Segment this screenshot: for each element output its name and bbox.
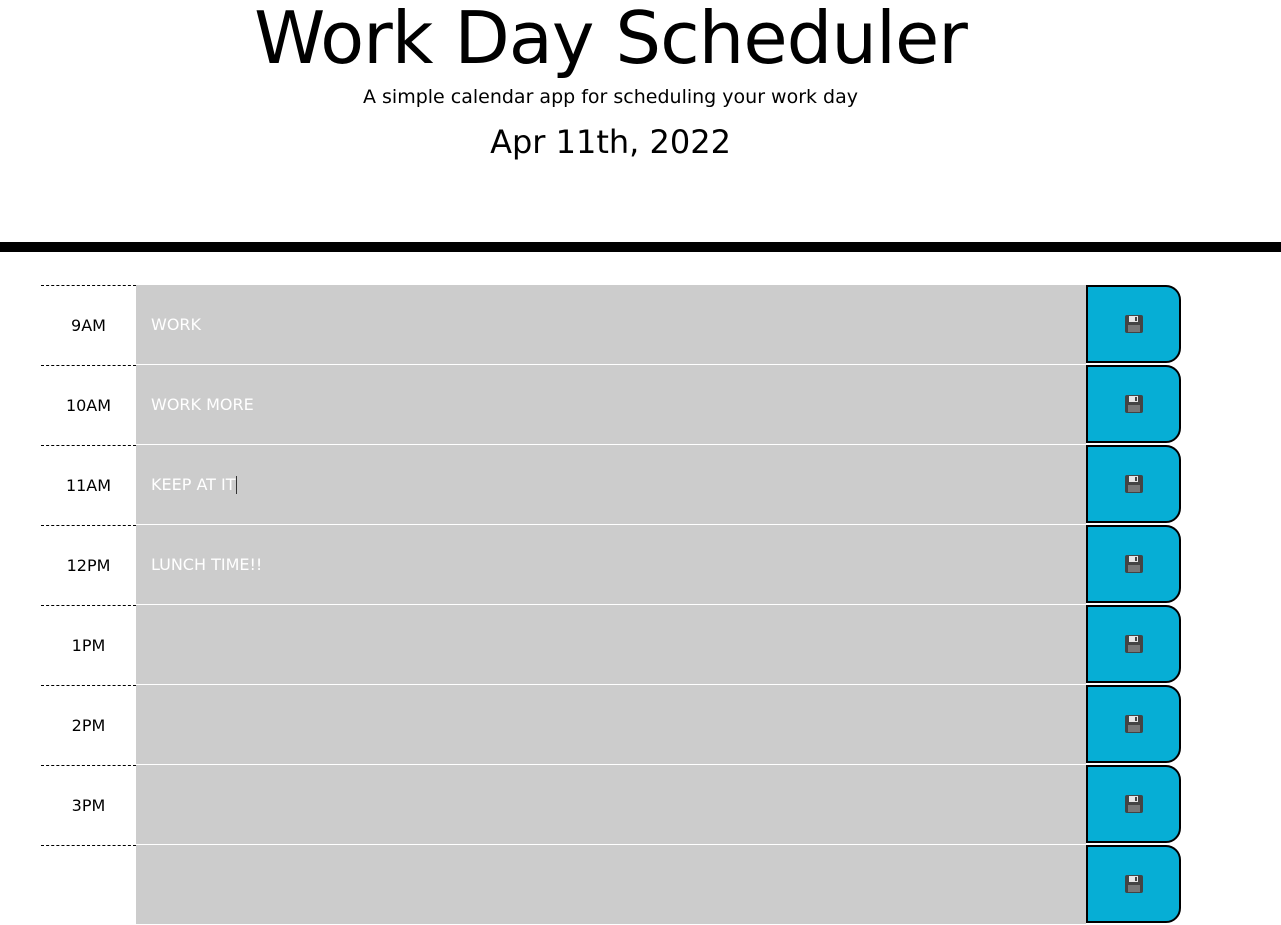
event-description[interactable] <box>136 685 1086 765</box>
save-button[interactable] <box>1086 365 1181 443</box>
event-description[interactable]: WORK <box>136 285 1086 365</box>
floppy-disk-icon <box>1124 875 1143 893</box>
event-description[interactable]: KEEP AT IT <box>136 445 1086 525</box>
event-text: WORK MORE <box>151 395 254 414</box>
hour-label: 1PM <box>41 605 136 685</box>
header: Work Day Scheduler A simple calendar app… <box>0 0 1281 252</box>
time-block: 1PM <box>41 605 1181 685</box>
floppy-disk-icon <box>1124 395 1143 413</box>
save-button[interactable] <box>1086 765 1181 843</box>
time-block: 2PM <box>41 685 1181 765</box>
save-button[interactable] <box>1086 525 1181 603</box>
hour-label: 3PM <box>41 765 136 845</box>
floppy-disk-icon <box>1124 475 1143 493</box>
hour-label: 9AM <box>41 285 136 365</box>
event-text: LUNCH TIME!! <box>151 555 263 574</box>
floppy-disk-icon <box>1124 555 1143 573</box>
floppy-disk-icon <box>1124 795 1143 813</box>
event-description[interactable]: WORK MORE <box>136 365 1086 445</box>
time-block: 11AM KEEP AT IT <box>41 445 1181 525</box>
time-block: 9AM WORK <box>41 285 1181 365</box>
hour-label: 11AM <box>41 445 136 525</box>
event-text: KEEP AT IT <box>151 475 236 494</box>
save-button[interactable] <box>1086 845 1181 923</box>
current-day: Apr 11th, 2022 <box>490 123 731 161</box>
event-description[interactable] <box>136 765 1086 845</box>
event-description[interactable]: LUNCH TIME!! <box>136 525 1086 605</box>
floppy-disk-icon <box>1124 315 1143 333</box>
save-button[interactable] <box>1086 685 1181 763</box>
time-block <box>41 845 1181 925</box>
hour-label <box>41 845 136 925</box>
hour-label: 2PM <box>41 685 136 765</box>
time-block: 3PM <box>41 765 1181 845</box>
save-button[interactable] <box>1086 445 1181 523</box>
app-title: Work Day Scheduler <box>254 0 968 80</box>
event-text: WORK <box>151 315 202 334</box>
app-subtitle: A simple calendar app for scheduling you… <box>362 86 859 108</box>
hour-label: 10AM <box>41 365 136 445</box>
text-cursor <box>235 475 237 494</box>
hour-label: 12PM <box>41 525 136 605</box>
schedule-container: 9AM WORK 10AM WORK MORE 11AM KEEP AT IT … <box>41 285 1181 925</box>
save-button[interactable] <box>1086 285 1181 363</box>
time-block: 12PM LUNCH TIME!! <box>41 525 1181 605</box>
event-description[interactable] <box>136 605 1086 685</box>
event-description[interactable] <box>136 845 1086 925</box>
floppy-disk-icon <box>1124 715 1143 733</box>
time-block: 10AM WORK MORE <box>41 365 1181 445</box>
save-button[interactable] <box>1086 605 1181 683</box>
floppy-disk-icon <box>1124 635 1143 653</box>
